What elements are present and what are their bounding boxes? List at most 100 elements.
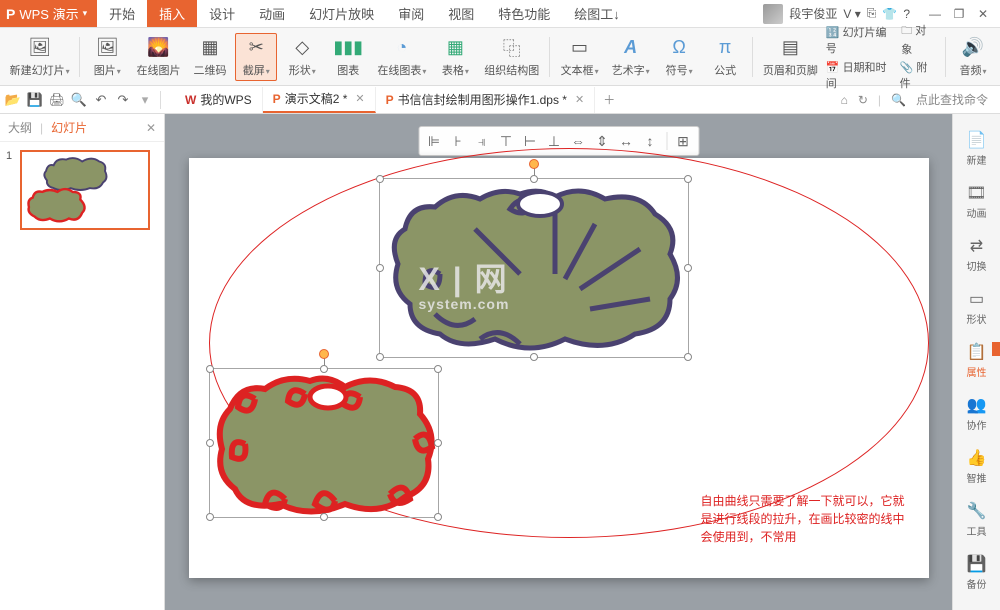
search-icon[interactable]: 🔍 (891, 93, 906, 107)
selection-box-2[interactable] (209, 368, 439, 518)
selection-box-1[interactable] (379, 178, 689, 358)
resize-handle[interactable] (684, 353, 692, 361)
resize-handle[interactable] (376, 175, 384, 183)
textbox-button[interactable]: ▭ 文本框▾ (556, 34, 603, 80)
rp-trans[interactable]: ⇄切换 (953, 230, 1000, 279)
title-icon-1[interactable]: ⎘ (867, 6, 877, 21)
resize-handle[interactable] (376, 264, 384, 272)
rotate-handle[interactable] (529, 159, 539, 169)
group-icon[interactable]: ⊞ (672, 130, 694, 152)
slides-tab[interactable]: 幻灯片 (51, 119, 87, 136)
tab-drawing[interactable]: 绘图工↓ (562, 0, 632, 27)
picture-button[interactable]: 🖼 图片▾ (86, 34, 128, 80)
title-icon-3[interactable]: ? (903, 7, 910, 21)
symbol-button[interactable]: Ω 符号▾ (658, 34, 700, 80)
tab-view[interactable]: 视图 (436, 0, 486, 27)
org-button[interactable]: ⿻ 组织结构图 (480, 34, 543, 80)
slide[interactable]: X | 网 system.com (189, 158, 929, 578)
rp-anim[interactable]: 🎞动画 (953, 177, 1000, 226)
slide-num-button[interactable]: 🔢 幻灯片编号 (826, 24, 893, 56)
align-bottom-icon[interactable]: ⊥ (543, 130, 565, 152)
title-icon-2[interactable]: 👕 (882, 7, 897, 21)
search-placeholder[interactable]: 点此查找命令 (916, 91, 988, 108)
rotate-handle[interactable] (319, 349, 329, 359)
doc-tab-presentation2[interactable]: P 演示文稿2 * ✕ (263, 87, 376, 113)
qr-button[interactable]: ▦ 二维码 (189, 34, 231, 80)
align-left-icon[interactable]: ⊫ (423, 130, 445, 152)
resize-handle[interactable] (434, 513, 442, 521)
table-button[interactable]: ▦ 表格▾ (434, 34, 476, 80)
tab-insert[interactable]: 插入 (147, 0, 197, 27)
doc-tab-mywps[interactable]: W 我的WPS (175, 87, 263, 113)
rp-recommend[interactable]: 👍智推 (953, 442, 1000, 491)
maximize-button[interactable]: ❐ (952, 7, 966, 21)
rp-collab[interactable]: 👥协作 (953, 389, 1000, 438)
rp-new[interactable]: 📄新建 (953, 124, 1000, 173)
dist-h-icon[interactable]: ⇔ (567, 130, 589, 152)
rp-backup[interactable]: 💾备份 (953, 548, 1000, 597)
online-chart-button[interactable]: ◔ 在线图表▾ (373, 34, 430, 80)
align-center-icon[interactable]: ⊦ (447, 130, 469, 152)
app-badge[interactable]: P WPS 演示 ▾ (0, 0, 97, 27)
rp-tools[interactable]: 🔧工具 (953, 495, 1000, 544)
resize-handle[interactable] (206, 513, 214, 521)
refresh-icon[interactable]: ↻ (858, 93, 868, 107)
attach-button[interactable]: 📎 附件 (900, 59, 936, 91)
outline-tab[interactable]: 大纲 (8, 119, 32, 136)
rp-props[interactable]: 📋属性 (953, 336, 1000, 385)
shapes-button[interactable]: ◇ 形状▾ (281, 34, 323, 80)
object-button[interactable]: 🗀 对象 (901, 22, 935, 57)
wordart-button[interactable]: A 艺术字▾ (607, 34, 654, 80)
qat-preview-icon[interactable]: 🔍 (70, 91, 88, 109)
online-picture-button[interactable]: 🌄 在线图片 (132, 34, 185, 80)
chart-button[interactable]: ▮▮▮ 图表 (327, 34, 369, 80)
close-tab-icon[interactable]: ✕ (355, 92, 364, 105)
equal-h-icon[interactable]: ↕ (639, 130, 661, 152)
resize-handle[interactable] (206, 365, 214, 373)
new-tab-button[interactable]: ＋ (595, 91, 623, 108)
align-top-icon[interactable]: ⊤ (495, 130, 517, 152)
header-footer-button[interactable]: ▤ 页眉和页脚 (759, 34, 822, 80)
home-icon[interactable]: ⌂ (841, 93, 848, 107)
freeform-shape-2[interactable] (210, 369, 440, 519)
pane-close-icon[interactable]: ✕ (146, 121, 156, 135)
rp-shape[interactable]: ▭形状 (953, 283, 1000, 332)
align-middle-icon[interactable]: ⊢ (519, 130, 541, 152)
minimize-button[interactable]: — (928, 7, 942, 21)
qat-save-icon[interactable]: 💾 (26, 91, 44, 109)
tab-slideshow[interactable]: 幻灯片放映 (297, 0, 386, 27)
tab-feature[interactable]: 特色功能 (486, 0, 562, 27)
tab-animation[interactable]: 动画 (247, 0, 297, 27)
resize-handle[interactable] (530, 175, 538, 183)
resize-handle[interactable] (684, 264, 692, 272)
tab-design[interactable]: 设计 (197, 0, 247, 27)
close-tab-icon[interactable]: ✕ (575, 93, 584, 106)
align-right-icon[interactable]: ⫣ (471, 130, 493, 152)
qat-more-icon[interactable]: ▾ (136, 91, 154, 109)
resize-handle[interactable] (530, 353, 538, 361)
resize-handle[interactable] (684, 175, 692, 183)
new-slide-button[interactable]: 🖼 新建幻灯片▾ (6, 34, 73, 80)
qat-open-icon[interactable]: 📂 (4, 91, 22, 109)
close-button[interactable]: ✕ (976, 7, 990, 21)
qat-print-icon[interactable]: 🖨 (48, 91, 66, 109)
resize-handle[interactable] (434, 439, 442, 447)
resize-handle[interactable] (320, 513, 328, 521)
doc-tab-letter[interactable]: P 书信信封绘制用图形操作1.dps * ✕ (376, 87, 596, 113)
qat-redo-icon[interactable]: ↷ (114, 91, 132, 109)
resize-handle[interactable] (434, 365, 442, 373)
tab-review[interactable]: 审阅 (386, 0, 436, 27)
screenshot-button[interactable]: ✂ 截屏▾ (235, 33, 277, 81)
slide-thumbnail[interactable] (20, 150, 150, 230)
qat-undo-icon[interactable]: ↶ (92, 91, 110, 109)
dist-v-icon[interactable]: ⇕ (591, 130, 613, 152)
equal-w-icon[interactable]: ↔ (615, 130, 637, 152)
resize-handle[interactable] (320, 365, 328, 373)
freeform-shape-1[interactable] (380, 179, 690, 359)
audio-button[interactable]: 🔊 音频▾ (952, 34, 994, 80)
resize-handle[interactable] (376, 353, 384, 361)
datetime-button[interactable]: 📅 日期和时间 (826, 59, 892, 91)
resize-handle[interactable] (206, 439, 214, 447)
tab-start[interactable]: 开始 (97, 0, 147, 27)
formula-button[interactable]: π 公式 (704, 34, 746, 80)
